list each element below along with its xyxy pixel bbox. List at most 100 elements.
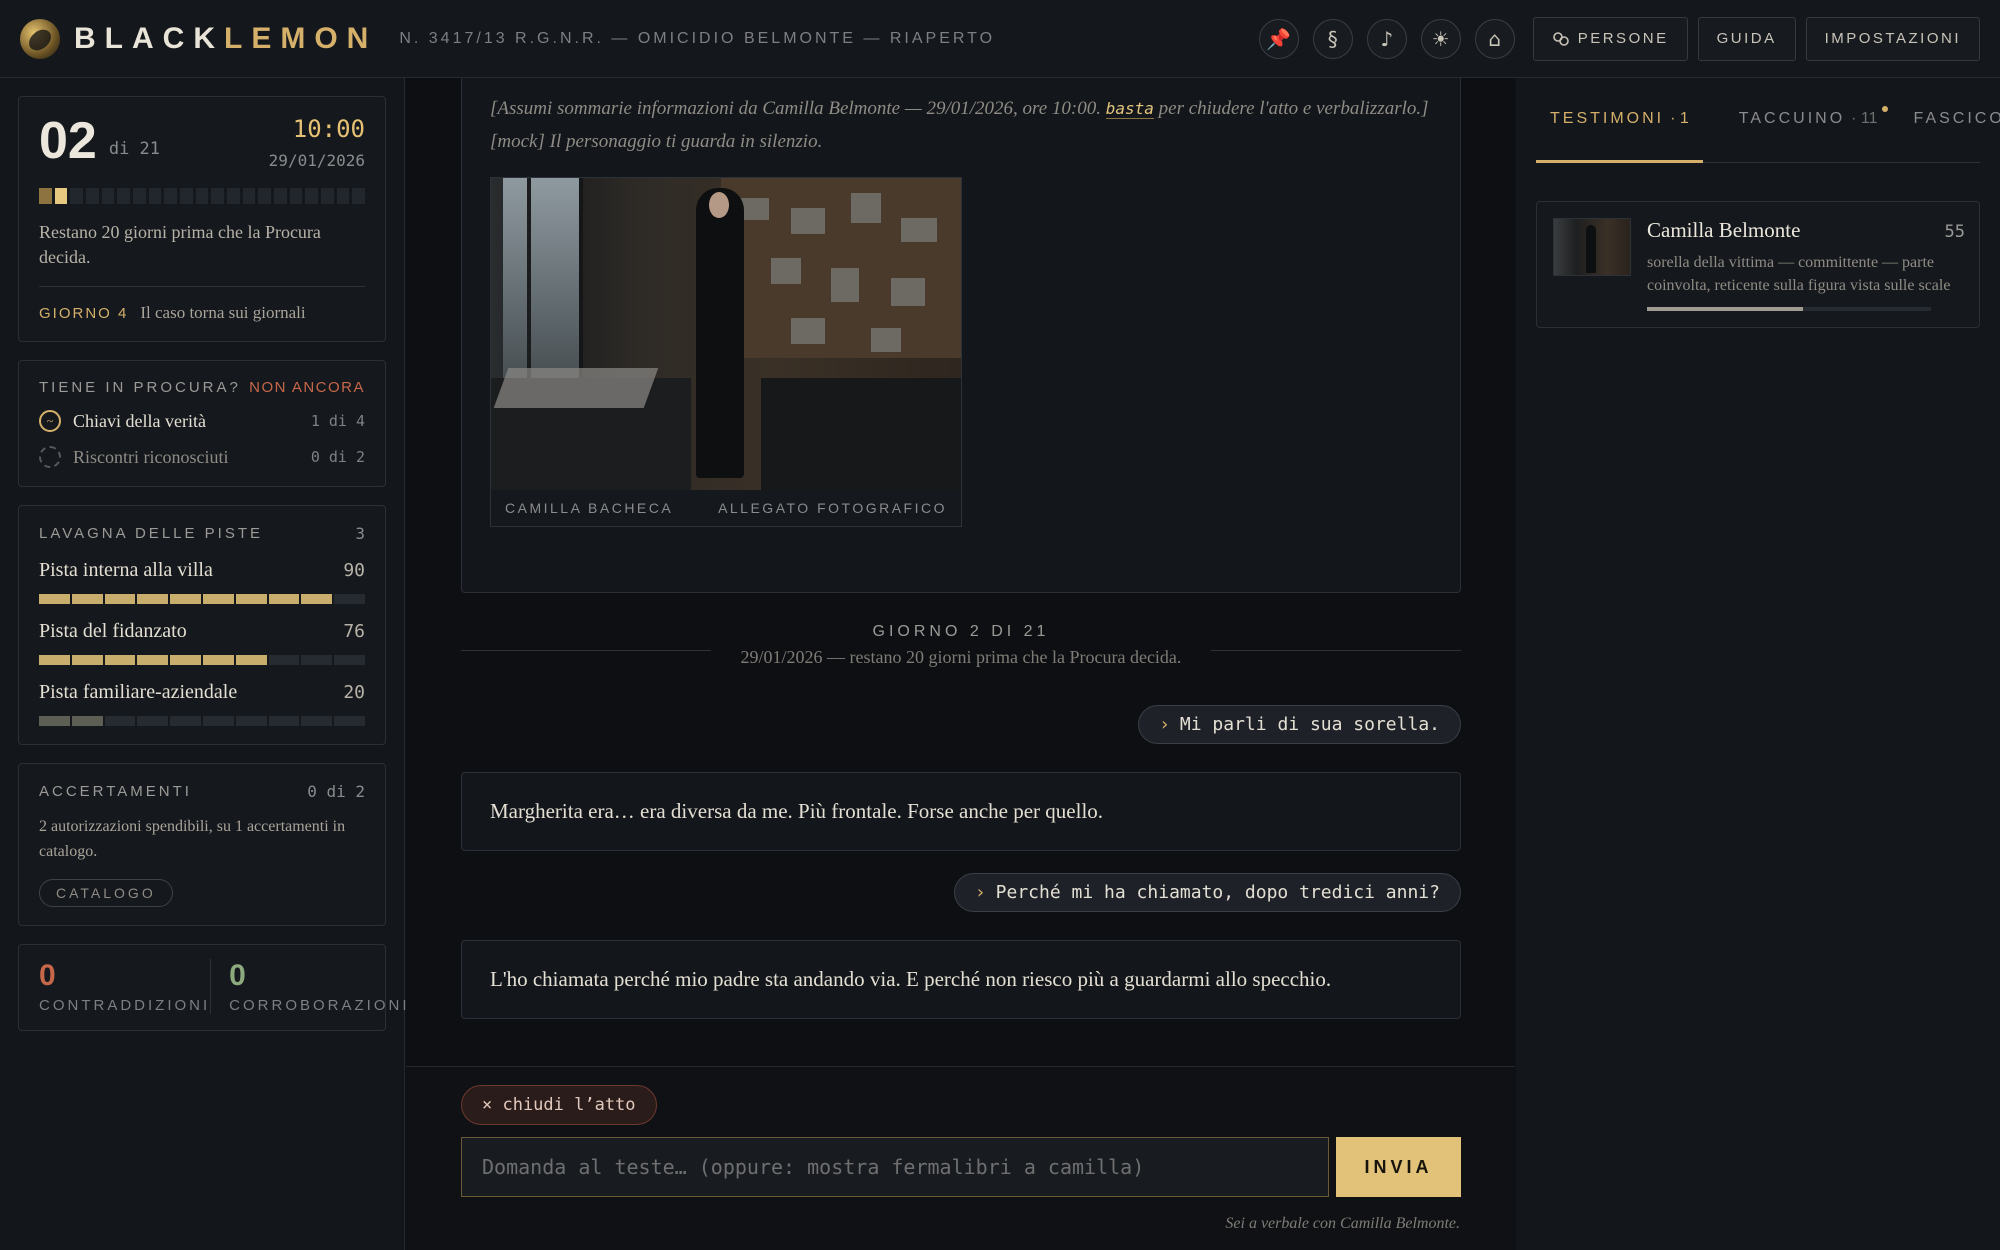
lavagna-card: LAVAGNA DELLE PISTE 3 Pista interna alla…	[18, 505, 386, 746]
catalogo-button[interactable]: CATALOGO	[39, 878, 173, 907]
pin-icon[interactable]: 📌	[1258, 18, 1299, 59]
answer-bubble: L'ho chiamata perché mio padre sta andan…	[461, 940, 1461, 1019]
brand-black: BLACK	[74, 21, 224, 55]
pista-score: 90	[343, 560, 365, 582]
day-segment	[242, 188, 256, 204]
pista-bar-segment	[39, 655, 70, 666]
brightness-icon[interactable]: ☀	[1420, 18, 1461, 59]
procura-row-chiavi: ~ Chiavi della verità 1 di 4	[39, 410, 365, 433]
pista-score: 20	[343, 682, 365, 704]
witness-card[interactable]: Camilla Belmonte 55 sorella della vittim…	[1536, 201, 1980, 329]
pista-bar-segment	[301, 594, 333, 605]
witness-bar	[1647, 307, 1931, 312]
send-button[interactable]: INVIA	[1336, 1137, 1461, 1197]
pista-label: Pista interna alla villa	[39, 559, 213, 582]
right-tabs: TESTIMONI · 1 TACCUINO · 11 FASCICOLO	[1536, 100, 2000, 163]
day-separator: GIORNO 2 DI 21 29/01/2026 — restano 20 g…	[461, 623, 1461, 683]
pista-bar-segment	[71, 594, 103, 605]
tab-taccuino[interactable]: TACCUINO · 11	[1738, 100, 1888, 163]
transcript-feed[interactable]: [Assumi sommarie informazioni da Camilla…	[461, 78, 1461, 1019]
pista-bar-segment	[301, 655, 333, 666]
day-segment	[305, 188, 319, 204]
transcript-panel: [Assumi sommarie informazioni da Camilla…	[406, 78, 1515, 1250]
pista-bar-segment	[334, 716, 365, 727]
photo-caption-title: CAMILLA BACHECA	[505, 499, 674, 516]
pista-bar	[39, 716, 365, 727]
empty-ring-icon	[39, 446, 61, 469]
day-segment	[274, 188, 287, 204]
pista-bar-segment	[71, 655, 103, 666]
divider	[39, 286, 365, 288]
corroborazioni-count: 0	[229, 958, 246, 992]
day-segment	[70, 188, 84, 204]
tab-label: TACCUINO	[1738, 110, 1846, 127]
day-segment	[289, 188, 303, 204]
days-remaining-text: Restano 20 giorni prima che la Procura d…	[39, 222, 321, 268]
music-icon[interactable]: ♪	[1366, 18, 1407, 59]
impostazioni-button[interactable]: IMPOSTAZIONI	[1805, 16, 1980, 61]
accertamenti-count: 0 di 2	[307, 782, 365, 802]
pista-bar-segment	[39, 716, 70, 727]
procura-title: TIENE IN PROCURA?	[39, 379, 241, 397]
lemon-logo-icon	[20, 18, 60, 59]
tab-testimoni[interactable]: TESTIMONI · 1	[1536, 100, 1703, 163]
tab-label: TESTIMONI	[1550, 110, 1665, 127]
close-act-button[interactable]: × chiudi l’atto	[461, 1085, 657, 1125]
tab-fascicolo[interactable]: FASCICOLO	[1914, 100, 2000, 163]
accertamenti-card: ACCERTAMENTI 0 di 2 2 autorizzazioni spe…	[18, 763, 386, 926]
accertamenti-text: 2 autorizzazioni spendibili, su 1 accert…	[39, 818, 346, 861]
home-icon[interactable]: ⌂	[1474, 18, 1515, 59]
scene-text-b: per chiudere l'atto e verbalizzarlo.]	[1158, 98, 1429, 119]
scene-text-a: [Assumi sommarie informazioni da Camilla…	[490, 98, 1101, 119]
pista-bar-segment	[268, 594, 300, 605]
pista-bar-segment	[71, 716, 103, 727]
pista-bar-segment	[334, 594, 365, 605]
pista-item[interactable]: Pista del fidanzato 76	[39, 620, 365, 666]
day-segment	[39, 188, 52, 204]
witness-thumbnail	[1553, 218, 1631, 276]
witness-description: sorella della vittima — committente — pa…	[1647, 254, 1951, 295]
contraddizioni-label: CONTRADDIZIONI	[39, 996, 211, 1014]
witness-bar-fill	[1647, 307, 1804, 312]
procura-row-riscontri: Riscontri riconosciuti 0 di 2	[39, 446, 365, 469]
attachment-photo	[491, 177, 961, 490]
day-card: 02 di 21 10:00 29/01/2026 Restano 20 gior…	[18, 96, 386, 343]
pista-bar-segment	[137, 594, 169, 605]
contraddizioni-stat: 0 CONTRADDIZIONI	[39, 959, 210, 1014]
contraddizioni-count: 0	[39, 958, 56, 992]
top-icon-group: 📌 § ♪ ☀ ⌂	[1258, 18, 1515, 59]
day-segment	[101, 188, 115, 204]
scene-mock-line: [mock] Il personaggio ti guarda in silen…	[490, 131, 823, 153]
pista-bar-segment	[235, 594, 267, 605]
day-segment	[195, 188, 209, 204]
pista-bar-segment	[137, 655, 169, 666]
scene-card: [Assumi sommarie informazioni da Camilla…	[461, 78, 1461, 593]
progress-ring-icon: ~	[39, 410, 61, 433]
pista-bar-segment	[202, 594, 234, 605]
section-icon[interactable]: §	[1312, 18, 1353, 59]
pista-item[interactable]: Pista familiare-aziendale 20	[39, 681, 365, 727]
pista-item[interactable]: Pista interna alla villa 90	[39, 559, 365, 605]
left-sidebar: 02 di 21 10:00 29/01/2026 Restano 20 gior…	[0, 78, 407, 1250]
pista-label: Pista del fidanzato	[39, 620, 187, 643]
photo-attachment[interactable]: CAMILLA BACHECA ALLEGATO FOTOGRAFICO	[490, 176, 962, 527]
day-segment	[133, 188, 146, 204]
pista-bar	[39, 594, 365, 605]
day-segment	[336, 188, 350, 204]
keyword-basta[interactable]: basta	[1105, 99, 1154, 119]
question-input[interactable]	[461, 1137, 1329, 1197]
unread-dot-icon	[1881, 106, 1888, 112]
top-bar: BLACKLEMON N. 3417/13 R.G.N.R. — OMICIDI…	[0, 0, 2000, 78]
day-segment	[211, 188, 225, 204]
brand-logo[interactable]: BLACKLEMON	[74, 22, 377, 56]
persone-button[interactable]: PERSONE	[1532, 16, 1688, 61]
procura-row-label: Chiavi della verità	[73, 410, 206, 431]
day-segment	[180, 188, 193, 204]
day-of-total: di 21	[108, 139, 161, 159]
tab-count: · 1	[1670, 110, 1689, 127]
day-segment	[117, 188, 131, 204]
current-time: 10:00	[292, 115, 365, 143]
pista-bar-segment	[170, 594, 201, 605]
guida-button[interactable]: GUIDA	[1697, 16, 1796, 61]
witness-name: Camilla Belmonte	[1647, 218, 1801, 242]
